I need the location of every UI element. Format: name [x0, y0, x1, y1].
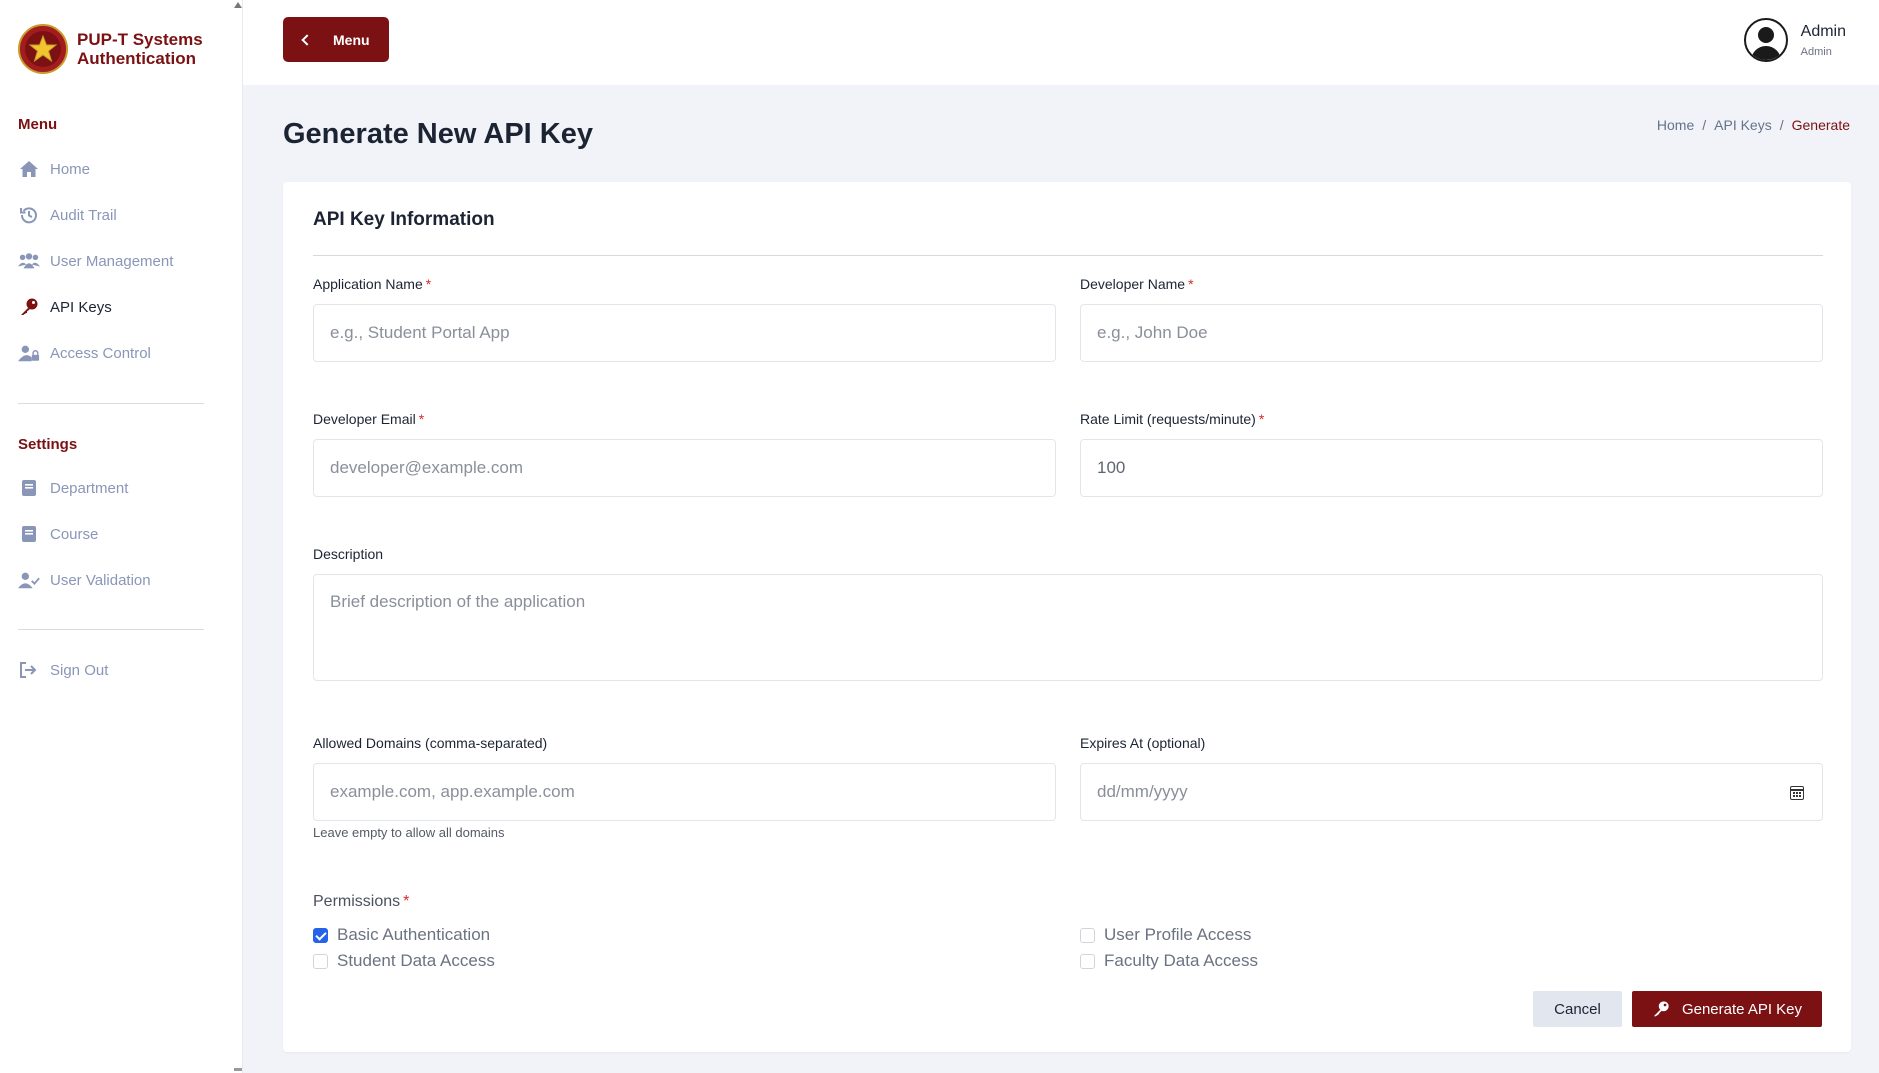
sidebar-item-api-keys[interactable]: API Keys [18, 297, 112, 317]
avatar [1743, 18, 1788, 62]
sidebar-item-course[interactable]: Course [18, 524, 98, 544]
generate-api-key-button[interactable]: Generate API Key [1632, 991, 1822, 1027]
brand-line2: Authentication [77, 49, 196, 68]
checkbox-icon[interactable] [1080, 927, 1095, 943]
sign-out-icon [18, 660, 40, 680]
menu-section-title: Menu [18, 116, 58, 133]
key-icon [18, 297, 40, 317]
sidebar-item-user-validation[interactable]: User Validation [18, 570, 151, 590]
developer-email-label: Developer Email * [313, 411, 425, 427]
form-divider [313, 255, 1823, 256]
checkbox-icon[interactable] [313, 953, 328, 969]
sidebar-item-label: Audit Trail [50, 206, 117, 224]
expires-at-label: Expires At (optional) [1080, 735, 1206, 751]
permissions-title: Permissions * [313, 893, 410, 910]
description-textarea[interactable]: Brief description of the application [313, 574, 1823, 681]
sidebar-item-label: Home [50, 160, 91, 178]
sidebar-item-label: API Keys [50, 298, 112, 316]
user-role: Admin [1800, 45, 1832, 58]
generate-button-label: Generate API Key [1681, 1000, 1803, 1018]
breadcrumb: Home / API Keys / Generate [1657, 117, 1850, 133]
sidebar-divider [18, 629, 204, 630]
cancel-button[interactable]: Cancel [1533, 991, 1622, 1027]
app-name-input[interactable]: e.g., Student Portal App [313, 304, 1056, 362]
allowed-domains-input[interactable]: example.com, app.example.com [313, 763, 1056, 821]
breadcrumb-separator: / [1779, 117, 1784, 133]
sidebar-item-label: User Management [50, 252, 174, 270]
home-icon [18, 159, 40, 179]
permission-user-profile-checkbox[interactable]: User Profile Access [1080, 925, 1251, 945]
sidebar-item-label: Course [50, 525, 99, 543]
menu-toggle-button[interactable]: Menu [283, 17, 389, 62]
sidebar-item-user-management[interactable]: User Management [18, 251, 173, 271]
sidebar-divider [18, 403, 204, 404]
permission-student-data-checkbox[interactable]: Student Data Access [313, 951, 495, 971]
brand-line1: PUP-T Systems [77, 30, 203, 49]
breadcrumb-separator: / [1702, 117, 1707, 133]
chevron-left-icon [301, 33, 313, 46]
developer-email-input[interactable]: developer@example.com [313, 439, 1056, 497]
brand-title: PUP-T Systems Authentication [77, 30, 203, 68]
breadcrumb-home[interactable]: Home [1657, 117, 1694, 133]
sign-out-label: Sign Out [50, 661, 109, 679]
permission-label: Student Data Access [337, 951, 495, 970]
book-icon [18, 524, 40, 544]
users-icon [18, 251, 40, 271]
brand[interactable]: PUP-T Systems Authentication [18, 24, 203, 74]
permission-faculty-data-checkbox[interactable]: Faculty Data Access [1080, 951, 1258, 971]
scroll-down-icon[interactable] [234, 1068, 242, 1071]
required-mark: * [418, 411, 425, 427]
developer-name-input[interactable]: e.g., John Doe [1080, 304, 1823, 362]
book-icon [18, 478, 40, 498]
checkbox-icon[interactable] [1080, 953, 1095, 969]
history-icon [18, 205, 40, 225]
expires-at-placeholder: dd/mm/yyyy [1097, 782, 1188, 801]
api-key-form-card: API Key Information Application Name * e.… [283, 182, 1851, 1052]
required-mark: * [1258, 411, 1265, 427]
permission-label: User Profile Access [1104, 925, 1252, 944]
sidebar-item-label: Department [50, 479, 129, 497]
user-name: Admin [1800, 22, 1846, 40]
allowed-domains-hint: Leave empty to allow all domains [313, 825, 505, 840]
app-name-label: Application Name * [313, 276, 432, 292]
description-label: Description [313, 546, 384, 562]
sidebar-item-label: User Validation [50, 571, 151, 589]
user-check-icon [18, 570, 40, 590]
permission-basic-auth-checkbox[interactable]: Basic Authentication [313, 925, 490, 945]
required-mark: * [425, 276, 432, 292]
rate-limit-input[interactable]: 100 [1080, 439, 1823, 497]
key-icon [1652, 1000, 1670, 1018]
required-mark: * [403, 893, 410, 910]
checkbox-checked-icon[interactable] [313, 927, 328, 943]
user-menu[interactable]: Admin Admin [1743, 18, 1846, 62]
menu-button-label: Menu [333, 31, 370, 48]
page-title: Generate New API Key [283, 118, 593, 150]
expires-at-input[interactable]: dd/mm/yyyy [1080, 763, 1823, 821]
permission-label: Basic Authentication [337, 925, 491, 944]
pup-logo [18, 24, 68, 74]
breadcrumb-current: Generate [1791, 117, 1850, 133]
sidebar-item-department[interactable]: Department [18, 478, 128, 498]
top-header: Menu Admin Admin [243, 0, 1879, 85]
required-mark: * [1188, 276, 1194, 292]
sidebar-item-audit-trail[interactable]: Audit Trail [18, 205, 117, 225]
sign-out-button[interactable]: Sign Out [18, 660, 108, 680]
sidebar-item-label: Access Control [50, 344, 151, 362]
sidebar-item-access-control[interactable]: Access Control [18, 343, 151, 363]
calendar-icon[interactable] [1790, 786, 1804, 800]
breadcrumb-api-keys[interactable]: API Keys [1714, 117, 1772, 133]
settings-section-title: Settings [18, 436, 78, 453]
sidebar: PUP-T Systems Authentication Menu Home A… [0, 0, 243, 1073]
sidebar-scrollbar[interactable] [234, 0, 242, 1073]
form-section-title: API Key Information [313, 209, 495, 230]
developer-name-label: Developer Name * [1080, 276, 1194, 292]
allowed-domains-label: Allowed Domains (comma-separated) [313, 735, 548, 751]
sidebar-item-home[interactable]: Home [18, 159, 90, 179]
permission-label: Faculty Data Access [1104, 951, 1259, 970]
rate-limit-label: Rate Limit (requests/minute) * [1080, 411, 1265, 427]
user-lock-icon [18, 343, 40, 363]
scroll-up-icon[interactable] [234, 2, 242, 8]
